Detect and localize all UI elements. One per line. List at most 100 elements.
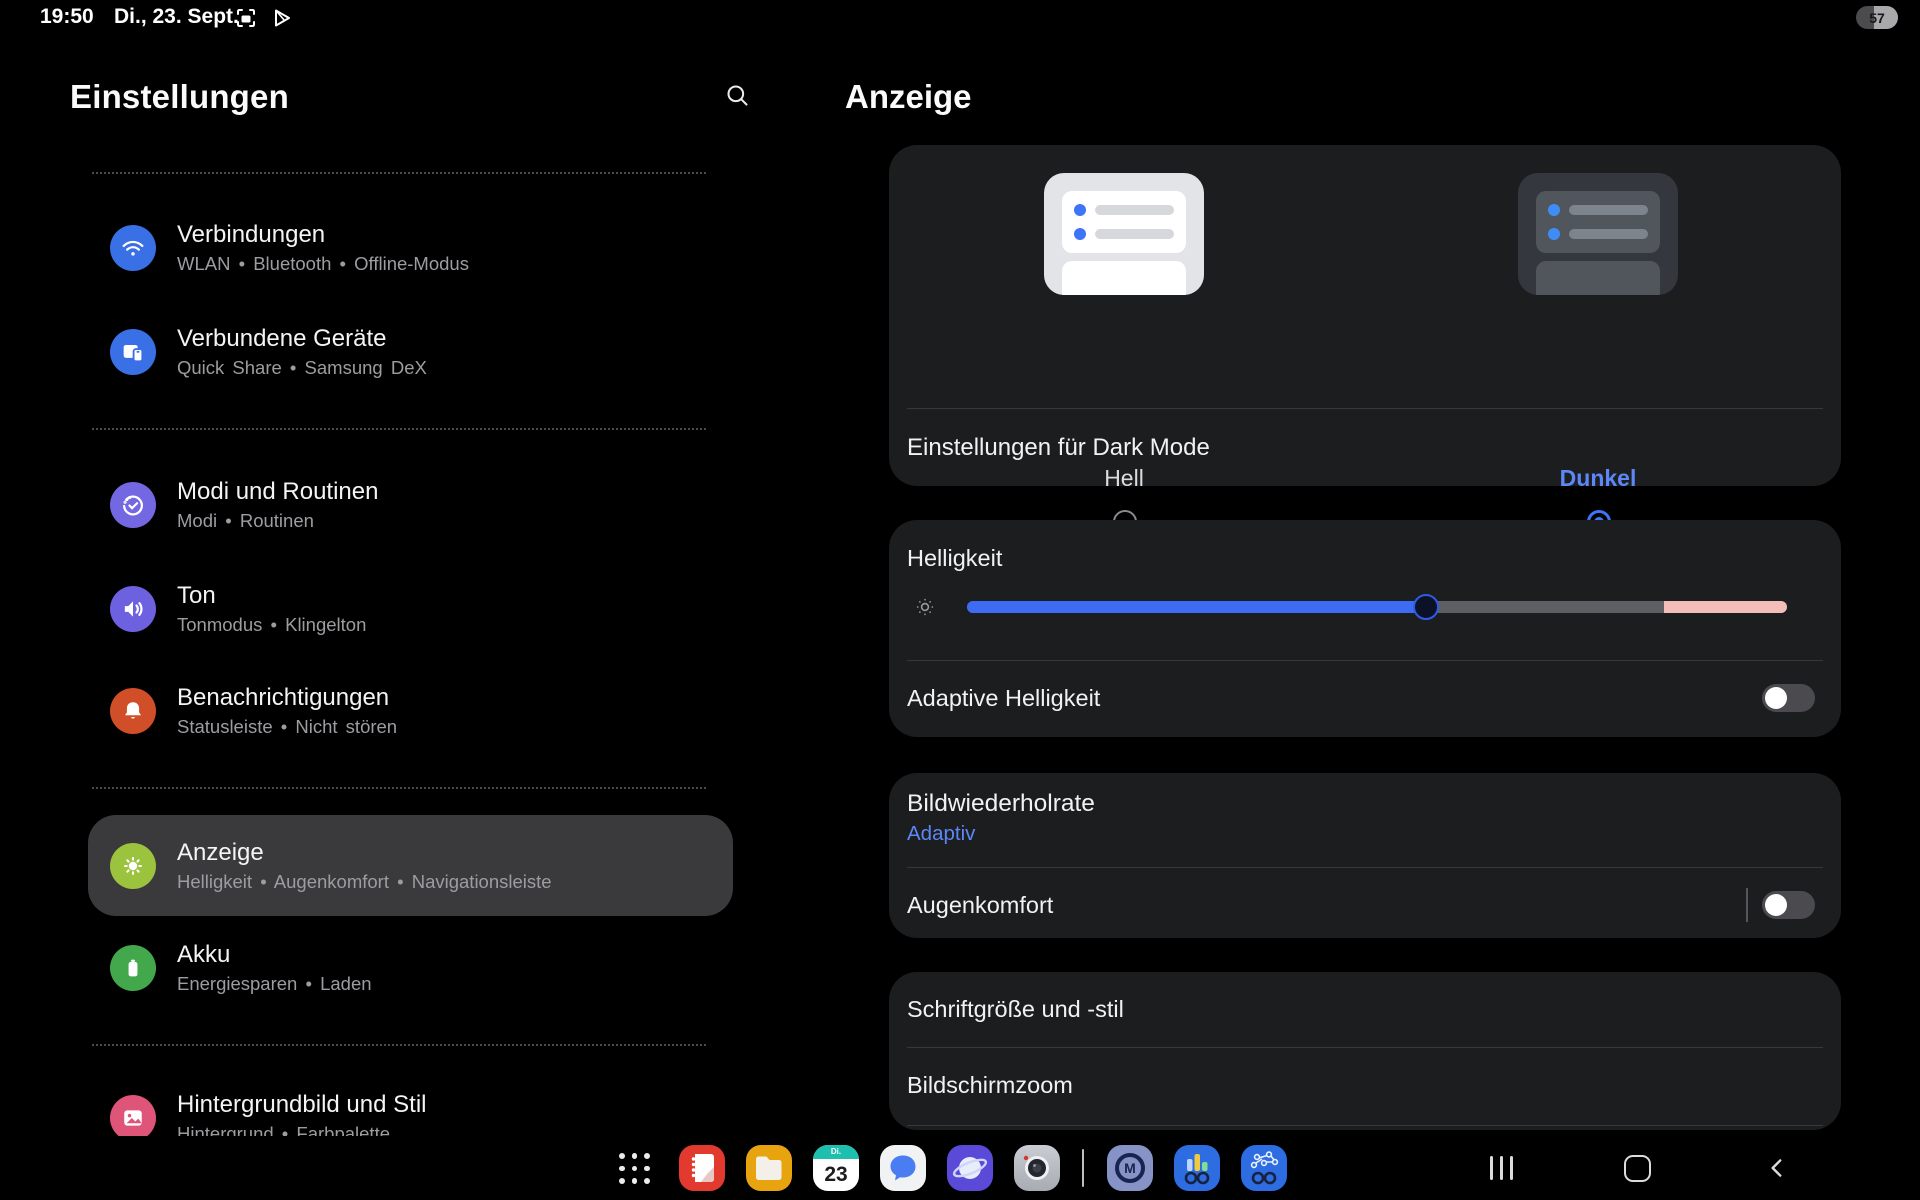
brightness-fill <box>967 601 1426 613</box>
preview-card <box>1536 261 1660 295</box>
eye-comfort-label: Augenkomfort <box>907 891 1053 919</box>
devices-icon <box>110 329 156 375</box>
dark-mode-label[interactable]: Dunkel <box>1518 465 1678 492</box>
card-divider <box>907 1047 1823 1048</box>
back-button[interactable] <box>1757 1148 1797 1188</box>
internet-app-icon[interactable] <box>947 1145 993 1191</box>
play-store-icon <box>270 6 294 30</box>
clock: 19:50 <box>40 5 94 29</box>
item-sublabel: Helligkeit • Augenkomfort • Navigationsl… <box>177 871 552 893</box>
font-size-row[interactable]: Schriftgröße und -stil <box>907 995 1124 1023</box>
item-label: Anzeige <box>177 840 552 866</box>
refresh-rate-label: Bildwiederholrate <box>907 790 1095 818</box>
preview-card <box>1062 261 1186 295</box>
taskbar-divider <box>1082 1149 1084 1187</box>
card-divider <box>907 660 1823 661</box>
item-sublabel: Quick Share • Samsung DeX <box>177 357 427 379</box>
home-icon <box>1624 1155 1651 1182</box>
dark-mode-card: Hell Dunkel Einstellungen für Dark Mode <box>889 145 1841 486</box>
item-sublabel: Energiesparen • Laden <box>177 973 372 995</box>
card-divider <box>907 867 1823 868</box>
item-label: Akku <box>177 942 372 968</box>
routines-icon <box>110 482 156 528</box>
home-button[interactable] <box>1617 1148 1657 1188</box>
font-zoom-card: Schriftgröße und -stil Bildschirmzoom <box>889 972 1841 1130</box>
status-bar: 19:50 Di., 23. Sept. 57 <box>0 0 1920 34</box>
sidebar-item-sound[interactable]: Ton Tonmodus • Klingelton <box>110 581 710 637</box>
display-sun-icon <box>110 843 156 889</box>
preview-card <box>1062 191 1186 253</box>
brightness-slider[interactable] <box>967 601 1787 613</box>
speaker-icon <box>110 586 156 632</box>
brightness-slider-thumb[interactable] <box>1413 594 1439 620</box>
row-separator <box>1746 888 1748 922</box>
back-icon <box>1764 1155 1790 1181</box>
search-button[interactable] <box>712 70 762 120</box>
sidebar-item-connections[interactable]: Verbindungen WLAN • Bluetooth • Offline-… <box>110 220 710 276</box>
brightness-label: Helligkeit <box>907 544 1002 572</box>
eye-comfort-toggle[interactable] <box>1762 891 1815 919</box>
refresh-eyecomfort-card: Bildwiederholrate Adaptiv Augenkomfort <box>889 773 1841 938</box>
recents-button[interactable] <box>1481 1148 1521 1188</box>
sidebar-item-battery[interactable]: Akku Energiesparen • Laden <box>110 940 710 996</box>
light-mode-preview[interactable] <box>1044 173 1204 295</box>
stats-app-icon[interactable] <box>1174 1145 1220 1191</box>
sidebar-item-connected-devices[interactable]: Verbundene Geräte Quick Share • Samsung … <box>110 324 710 380</box>
m-logo-app-icon[interactable]: M <box>1107 1145 1153 1191</box>
bell-icon <box>110 688 156 734</box>
section-divider <box>92 428 706 430</box>
item-sublabel: WLAN • Bluetooth • Offline-Modus <box>177 253 469 275</box>
section-divider <box>92 1044 706 1046</box>
battery-percent: 57 <box>1856 6 1898 29</box>
network-app-icon[interactable] <box>1241 1145 1287 1191</box>
page-title: Anzeige <box>845 78 972 116</box>
sidebar-item-display[interactable]: Anzeige Helligkeit • Augenkomfort • Navi… <box>110 838 710 894</box>
camera-app-icon[interactable] <box>1014 1145 1060 1191</box>
calendar-app-icon[interactable]: Di. 23 <box>813 1145 859 1191</box>
item-label: Ton <box>177 583 366 609</box>
battery-indicator: 57 <box>1856 6 1898 29</box>
dark-mode-preview[interactable] <box>1518 173 1678 295</box>
item-sublabel: Modi • Routinen <box>177 510 378 532</box>
adaptive-brightness-toggle[interactable] <box>1762 684 1815 712</box>
toggle-knob <box>1765 687 1787 709</box>
toggle-knob <box>1765 894 1787 916</box>
battery-icon <box>110 945 156 991</box>
screenshot-icon <box>234 6 258 30</box>
date: Di., 23. Sept. <box>114 5 239 29</box>
sidebar-item-notifications[interactable]: Benachrichtigungen Statusleiste • Nicht … <box>110 683 710 739</box>
settings-title: Einstellungen <box>70 78 289 116</box>
item-label: Benachrichtigungen <box>177 685 397 711</box>
recents-icon <box>1490 1156 1513 1180</box>
light-mode-label[interactable]: Hell <box>1044 465 1204 492</box>
calendar-weekday: Di. <box>813 1145 859 1159</box>
item-label: Verbundene Geräte <box>177 326 427 352</box>
dark-mode-settings-row[interactable]: Einstellungen für Dark Mode <box>907 434 1210 462</box>
calendar-day: 23 <box>813 1159 859 1191</box>
item-label: Hintergrundbild und Stil <box>177 1092 426 1118</box>
extra-brightness-zone <box>1664 601 1787 613</box>
all-apps-button[interactable] <box>616 1150 653 1187</box>
brightness-card: Helligkeit Adaptive Helligkeit <box>889 520 1841 737</box>
wifi-icon <box>110 225 156 271</box>
taskbar: Di. 23 M <box>0 1136 1920 1200</box>
card-divider <box>907 408 1823 409</box>
search-icon <box>724 82 751 109</box>
adaptive-brightness-label: Adaptive Helligkeit <box>907 684 1100 712</box>
item-sublabel: Tonmodus • Klingelton <box>177 614 366 636</box>
wallpaper-icon <box>110 1095 156 1141</box>
brightness-sun-icon <box>913 595 937 619</box>
sidebar-item-modes-routines[interactable]: Modi und Routinen Modi • Routinen <box>110 477 710 533</box>
messages-app-icon[interactable] <box>880 1145 926 1191</box>
notes-app-icon[interactable] <box>679 1145 725 1191</box>
item-sublabel: Statusleiste • Nicht stören <box>177 716 397 738</box>
item-label: Verbindungen <box>177 222 469 248</box>
screen-zoom-row[interactable]: Bildschirmzoom <box>907 1071 1073 1099</box>
refresh-rate-value: Adaptiv <box>907 822 975 846</box>
card-divider <box>907 1125 1823 1126</box>
section-divider <box>92 172 706 174</box>
item-label: Modi und Routinen <box>177 479 378 505</box>
preview-card <box>1536 191 1660 253</box>
section-divider <box>92 787 706 789</box>
my-files-app-icon[interactable] <box>746 1145 792 1191</box>
